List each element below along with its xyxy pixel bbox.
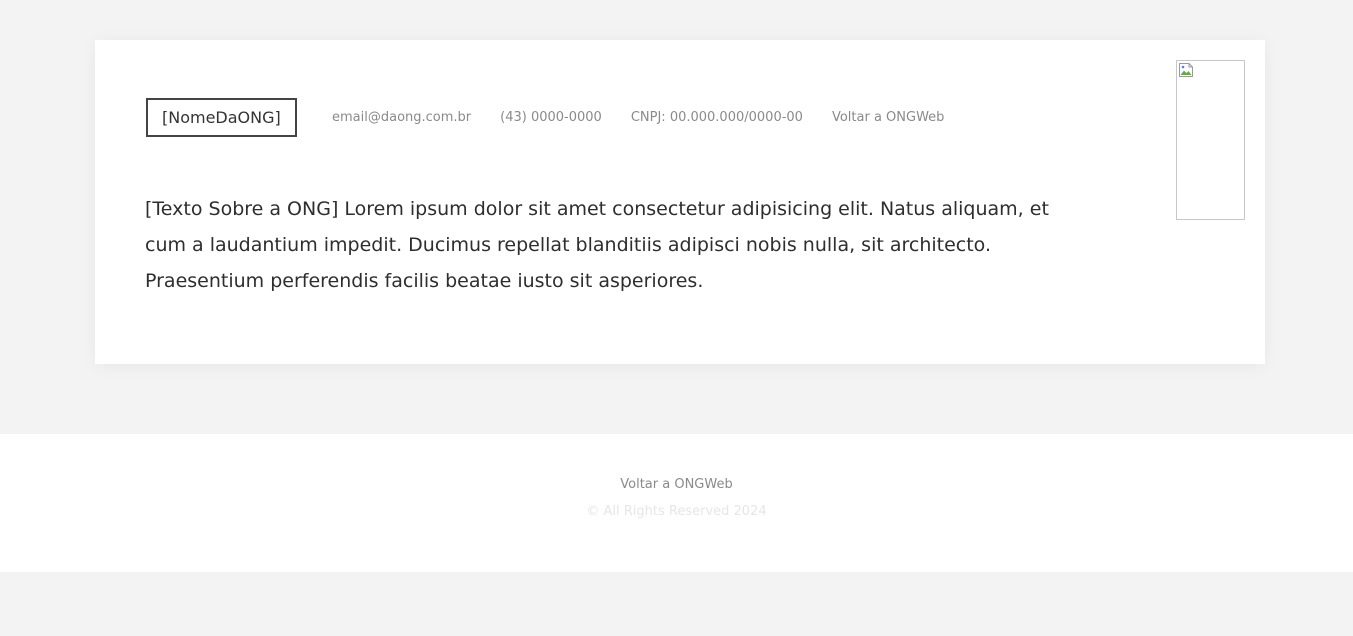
page-footer: Voltar a ONGWeb © All Rights Reserved 20…	[0, 434, 1353, 572]
about-text: [Texto Sobre a ONG] Lorem ipsum dolor si…	[145, 198, 1049, 292]
cnpj-text: CNPJ: 00.000.000/0000-00	[630, 110, 803, 125]
ong-logo-image	[1176, 60, 1245, 220]
ong-name-badge: [NomeDaONG]	[146, 98, 297, 137]
back-to-ongweb-link[interactable]: Voltar a ONGWeb	[832, 110, 944, 125]
phone-text: (43) 0000-0000	[500, 110, 602, 125]
ong-profile-card: [NomeDaONG] email@daong.com.br (43) 0000…	[95, 40, 1265, 364]
copyright-text: © All Rights Reserved 2024	[586, 504, 767, 519]
broken-image-icon	[1179, 63, 1193, 77]
contact-info-row: email@daong.com.br (43) 0000-0000 CNPJ: …	[332, 110, 944, 125]
email-text: email@daong.com.br	[332, 110, 472, 125]
footer-back-to-ongweb-link[interactable]: Voltar a ONGWeb	[0, 477, 1353, 492]
